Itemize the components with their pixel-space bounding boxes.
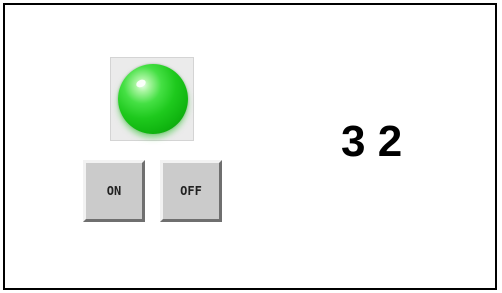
hmi-panel: ON OFF 3 2 — [3, 3, 497, 290]
green-lamp-icon — [118, 64, 188, 134]
numeric-display: 3 2 — [341, 117, 403, 166]
indicator-lamp-frame — [110, 57, 194, 141]
lamp-highlight — [134, 78, 148, 89]
off-button[interactable]: OFF — [160, 160, 222, 222]
on-button[interactable]: ON — [83, 160, 145, 222]
